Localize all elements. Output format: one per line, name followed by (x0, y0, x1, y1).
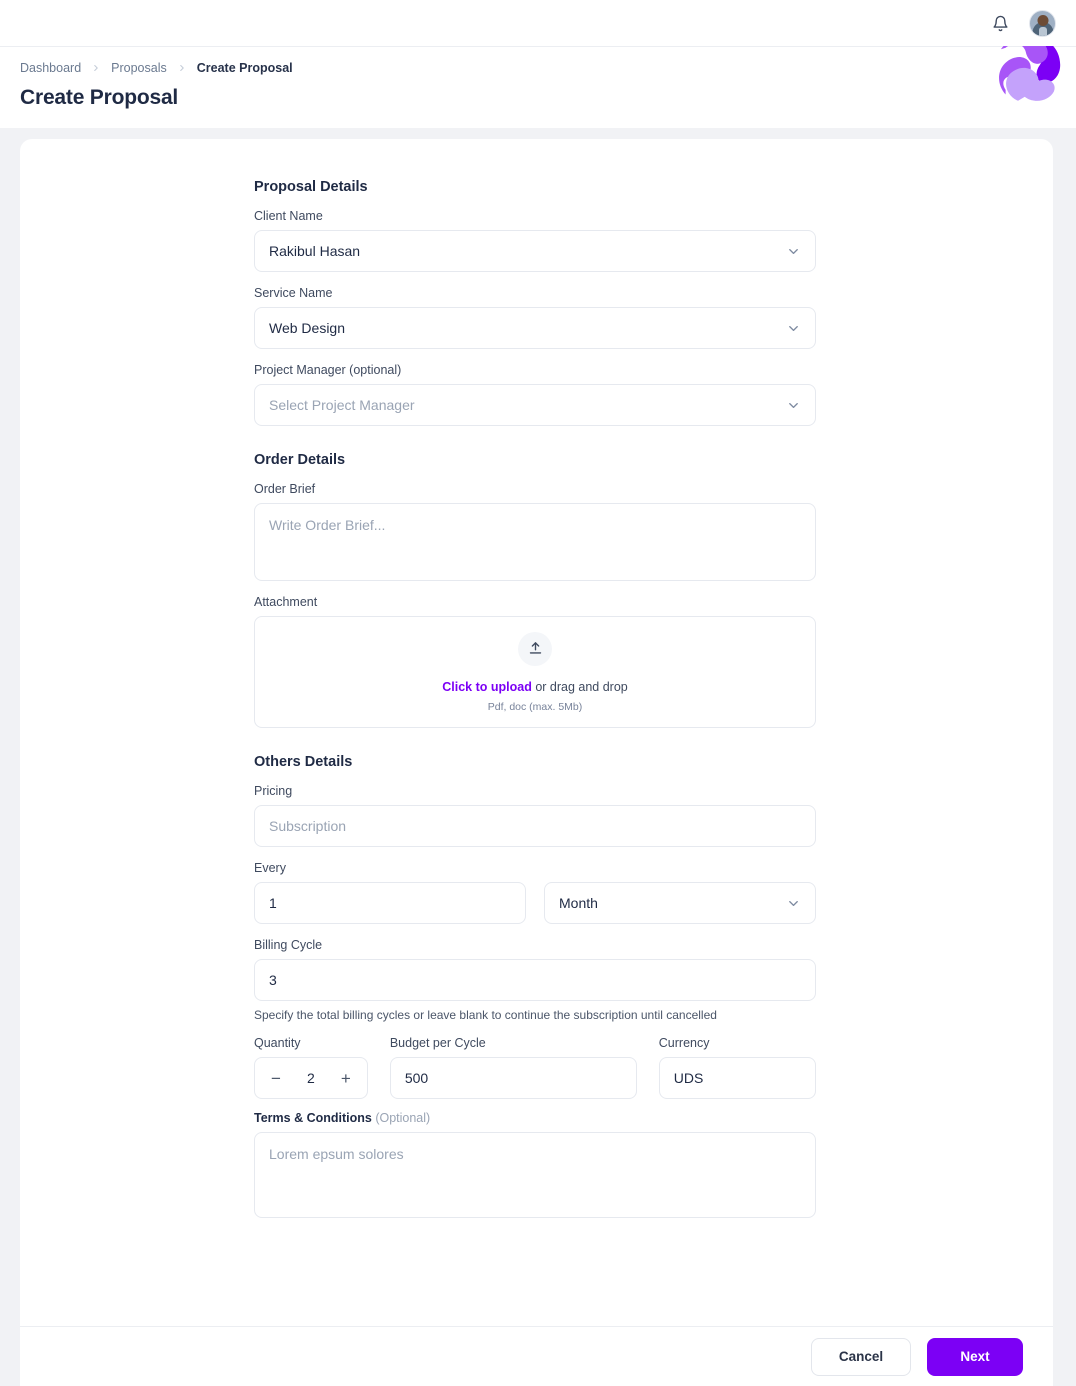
avatar-head (1037, 14, 1048, 26)
top-bar (0, 0, 1076, 46)
breadcrumb: Dashboard Proposals Create Proposal (20, 61, 1076, 75)
pricing-input[interactable] (254, 805, 816, 847)
field-every: Every 1 Month (254, 861, 816, 924)
user-avatar[interactable] (1029, 9, 1056, 37)
project-manager-select[interactable]: Select Project Manager (254, 384, 816, 426)
attachment-dropzone[interactable]: Click to upload or drag and drop Pdf, do… (254, 616, 816, 728)
field-project-manager: Project Manager (optional) Select Projec… (254, 363, 816, 426)
chevron-right-icon (91, 63, 101, 73)
quantity-stepper[interactable]: − 2 + (254, 1057, 368, 1099)
field-client-name: Client Name Rakibul Hasan (254, 209, 816, 272)
click-to-upload-link[interactable]: Click to upload (442, 680, 532, 694)
notification-bell-icon[interactable] (989, 12, 1011, 34)
budget-per-cycle-value: 500 (404, 1070, 429, 1086)
quantity-increment-button[interactable]: + (341, 1070, 351, 1087)
field-attachment: Attachment Click to upload or drag and d… (254, 595, 816, 728)
card-wrapper: Proposal Details Client Name Rakibul Has… (0, 128, 1076, 1386)
label-billing-cycle: Billing Cycle (254, 938, 323, 952)
chevron-down-icon (786, 398, 801, 413)
field-service-name: Service Name Web Design (254, 286, 816, 349)
section-title-order-details: Order Details (254, 452, 346, 468)
chevron-right-icon (177, 63, 187, 73)
create-proposal-form: Proposal Details Client Name Rakibul Has… (254, 179, 816, 1218)
field-budget-per-cycle: Budget per Cycle 500 (389, 1036, 637, 1099)
every-count-wrap: 1 (254, 882, 526, 924)
breadcrumb-item-dashboard[interactable]: Dashboard (20, 61, 81, 75)
chevron-down-icon (786, 321, 801, 336)
upload-file-hint: Pdf, doc (max. 5Mb) (487, 700, 583, 713)
currency-value: UDS (673, 1070, 704, 1086)
quantity-decrement-button[interactable]: − (271, 1070, 281, 1087)
service-name-select[interactable]: Web Design (254, 307, 816, 349)
label-currency: Currency (658, 1036, 710, 1050)
label-budget-per-cycle: Budget per Cycle (389, 1036, 486, 1050)
field-terms-conditions: Terms & Conditions (Optional) (254, 1111, 816, 1218)
billing-cycle-input[interactable]: 3 (254, 959, 816, 1001)
avatar-shirt (1038, 26, 1047, 36)
breadcrumb-item-proposals[interactable]: Proposals (111, 61, 167, 75)
label-quantity: Quantity (254, 1036, 301, 1050)
field-billing-cycle: Billing Cycle 3 Specify the total billin… (254, 938, 816, 1022)
label-client-name: Client Name (254, 209, 323, 223)
upload-icon (518, 631, 552, 666)
label-project-manager: Project Manager (optional) (254, 363, 402, 377)
page-header: Dashboard Proposals Create Proposal Crea… (0, 35, 1076, 128)
terms-optional-text: (Optional) (375, 1111, 431, 1125)
order-brief-textarea[interactable] (254, 503, 816, 581)
client-name-value: Rakibul Hasan (269, 243, 361, 259)
create-proposal-card: Proposal Details Client Name Rakibul Has… (20, 139, 1053, 1386)
label-attachment: Attachment (254, 595, 318, 609)
terms-conditions-textarea[interactable] (254, 1132, 816, 1218)
label-terms-conditions: Terms & Conditions (Optional) (254, 1111, 816, 1125)
drag-drop-text: or drag and drop (531, 679, 628, 694)
form-footer: Cancel Next (20, 1326, 1053, 1386)
every-count-input[interactable]: 1 (254, 882, 526, 924)
field-quantity: Quantity − 2 + (254, 1036, 368, 1099)
service-name-value: Web Design (269, 320, 346, 336)
every-count-value: 1 (269, 895, 277, 911)
upload-instruction: Click to upload or drag and drop (442, 680, 628, 694)
breadcrumb-item-create-proposal: Create Proposal (196, 61, 293, 75)
field-currency: Currency UDS (658, 1036, 816, 1099)
budget-per-cycle-input[interactable]: 500 (389, 1057, 637, 1099)
label-service-name: Service Name (254, 286, 333, 300)
terms-label-text: Terms & Conditions (254, 1111, 376, 1125)
quantity-budget-currency-row: Quantity − 2 + Budget per Cycle 500 Curr… (254, 1036, 816, 1099)
section-title-proposal-details: Proposal Details (254, 179, 368, 195)
project-manager-value: Select Project Manager (269, 397, 415, 413)
client-name-select[interactable]: Rakibul Hasan (254, 230, 816, 272)
label-every: Every (254, 861, 286, 875)
label-order-brief: Order Brief (254, 482, 316, 496)
chevron-down-icon (786, 244, 801, 259)
chevron-down-icon (786, 896, 801, 911)
billing-cycle-helper-text: Specify the total billing cycles or leav… (254, 1008, 717, 1022)
every-row: 1 Month (254, 882, 816, 924)
every-unit-select[interactable]: Month (544, 882, 816, 924)
page-title: Create Proposal (20, 86, 179, 109)
section-title-others-details: Others Details (254, 754, 353, 770)
every-unit-wrap: Month (544, 882, 816, 924)
billing-cycle-value: 3 (269, 972, 277, 988)
field-pricing: Pricing (254, 784, 816, 847)
quantity-value: 2 (307, 1070, 315, 1086)
every-unit-value: Month (559, 895, 598, 911)
field-order-brief: Order Brief (254, 482, 816, 581)
label-pricing: Pricing (254, 784, 293, 798)
currency-input[interactable]: UDS (658, 1057, 816, 1099)
